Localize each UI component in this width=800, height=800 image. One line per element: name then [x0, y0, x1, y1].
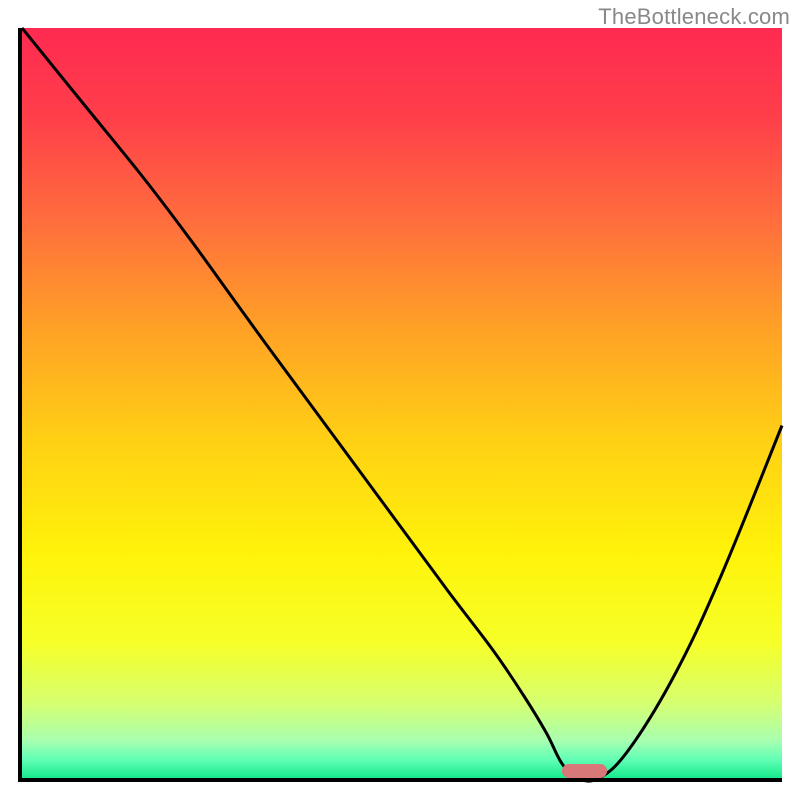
target-range-marker — [562, 764, 608, 778]
chart-background — [22, 28, 782, 778]
watermark-label: TheBottleneck.com — [598, 4, 790, 30]
plot-area — [22, 28, 782, 778]
chart-svg — [22, 28, 782, 778]
